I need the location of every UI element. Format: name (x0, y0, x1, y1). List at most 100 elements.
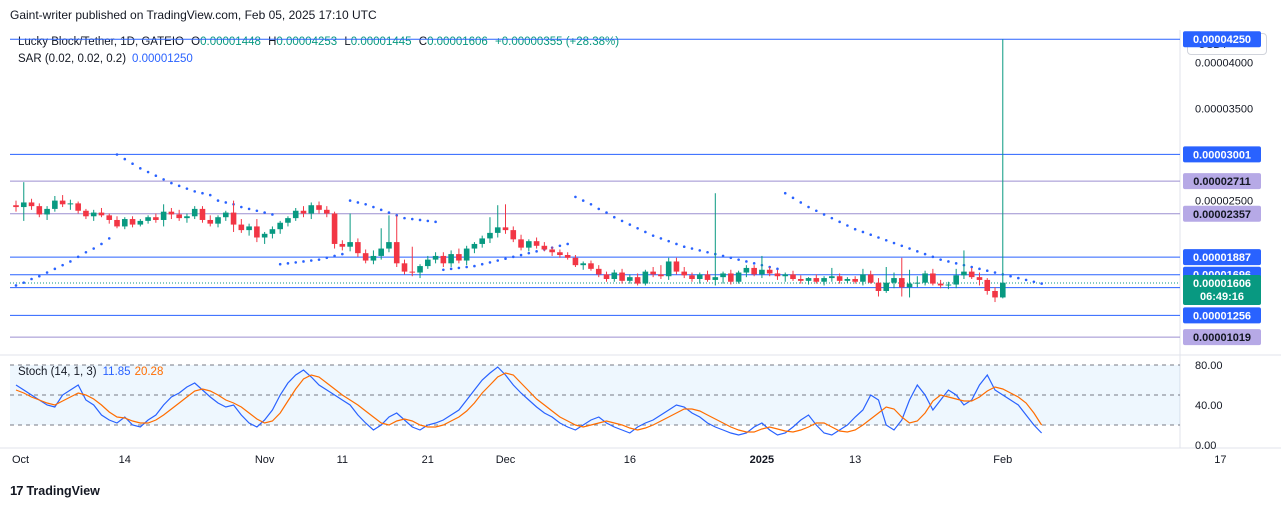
candle-body (254, 226, 260, 238)
sar-dot (636, 226, 639, 230)
candle-body (339, 243, 346, 247)
sar-dot (644, 230, 647, 234)
candle-body (145, 217, 151, 221)
sar-dot (356, 201, 360, 204)
tradingview-name: TradingView (26, 483, 100, 498)
level-price-tag-label: 0.00002357 (1193, 209, 1251, 221)
sar-dot (574, 195, 577, 199)
level-price-tag-label: 0.00004250 (1193, 34, 1251, 46)
sar-dot (480, 262, 484, 266)
candle-body (689, 275, 695, 279)
candle-body (557, 252, 563, 256)
level-price-tag-label: 0.00001887 (1193, 252, 1251, 264)
candle-body (386, 242, 392, 249)
candle-body (502, 227, 509, 231)
sar-dot (76, 255, 80, 259)
sar-dot (278, 262, 282, 266)
sar-dot (45, 271, 49, 274)
sar-dot (294, 261, 298, 264)
candle-body (821, 278, 827, 282)
sar-dot (706, 250, 709, 254)
sar-dot (861, 230, 865, 234)
price-tick-label: 0.00003500 (1195, 103, 1253, 115)
candle-body (541, 245, 548, 250)
candle-body (782, 274, 789, 277)
stoch-legend[interactable]: Stoch (14, 1, 3) 11.85 20.28 (18, 366, 163, 378)
candle-body (75, 203, 81, 211)
sar-dot (908, 247, 911, 250)
sar-dot (193, 190, 197, 193)
candle-body (153, 217, 159, 220)
candle-body (720, 273, 726, 278)
sar-dot (978, 267, 981, 271)
sar-dot (317, 258, 321, 261)
candle-body (106, 215, 113, 220)
candle-body (261, 233, 268, 238)
sar-dot (53, 267, 57, 271)
candle-body (852, 278, 858, 282)
candle-body (634, 277, 641, 284)
candle-body (324, 209, 330, 214)
candle-body (417, 266, 423, 273)
candle-body (114, 219, 120, 227)
sar-dot (255, 209, 259, 213)
sar-dot (1024, 278, 1028, 282)
sar-dot (271, 213, 274, 216)
stoch-tick-label: 0.00 (1195, 440, 1216, 452)
candle-body (999, 282, 1006, 298)
sar-dot (589, 202, 593, 206)
candle-body (59, 200, 66, 205)
sar-dot (92, 247, 95, 250)
sar-dot (139, 167, 142, 170)
sar-dot (84, 250, 88, 254)
tradingview-logo[interactable]: 17 TradingView (10, 483, 100, 498)
sar-dot (348, 199, 352, 202)
candle-body (580, 263, 587, 266)
candle-body (572, 257, 579, 266)
sar-dot (387, 211, 391, 214)
sar-dot (457, 266, 461, 270)
time-tick-label: 14 (119, 454, 131, 466)
candle-body (930, 273, 936, 284)
sar-dot (473, 264, 476, 268)
sar-dot (807, 205, 810, 209)
sar-dot (815, 209, 818, 213)
sar-dot (916, 250, 919, 253)
candle-body (829, 276, 835, 279)
sar-dot (333, 254, 336, 258)
candle-body (191, 208, 198, 217)
candle-body (867, 274, 874, 283)
sar-dot (877, 236, 880, 239)
sar-dot (737, 258, 740, 261)
sar-dot (426, 219, 430, 223)
sar-dot (892, 241, 896, 245)
time-tick-label: Oct (12, 454, 29, 466)
candle-body (300, 210, 307, 214)
candle-body (759, 269, 765, 275)
candle-body (976, 277, 983, 280)
candle-body (953, 275, 959, 285)
chart-canvas[interactable]: 0.000040000.000035000.000025000.00004250… (0, 0, 1281, 508)
candle-body (751, 267, 757, 275)
candle-body (456, 254, 462, 261)
candle-body (650, 271, 656, 275)
sar-dot (449, 267, 453, 271)
sar-dot (341, 252, 344, 256)
sar-dot (379, 208, 383, 212)
sar-dot (325, 256, 329, 260)
sar-dot (869, 233, 872, 237)
candle-body (487, 232, 493, 239)
candle-body (448, 254, 454, 264)
candle-body (836, 276, 843, 281)
sar-dot (682, 245, 686, 249)
candle-body (992, 290, 998, 298)
sar-dot (442, 268, 445, 272)
candle-body (316, 205, 322, 210)
sar-dot (853, 227, 857, 231)
sar-dot (115, 153, 119, 156)
sar-dot (675, 242, 678, 246)
candle-body (510, 230, 517, 240)
candle-body (805, 278, 812, 281)
sar-dot (597, 207, 601, 211)
candle-body (160, 211, 167, 220)
